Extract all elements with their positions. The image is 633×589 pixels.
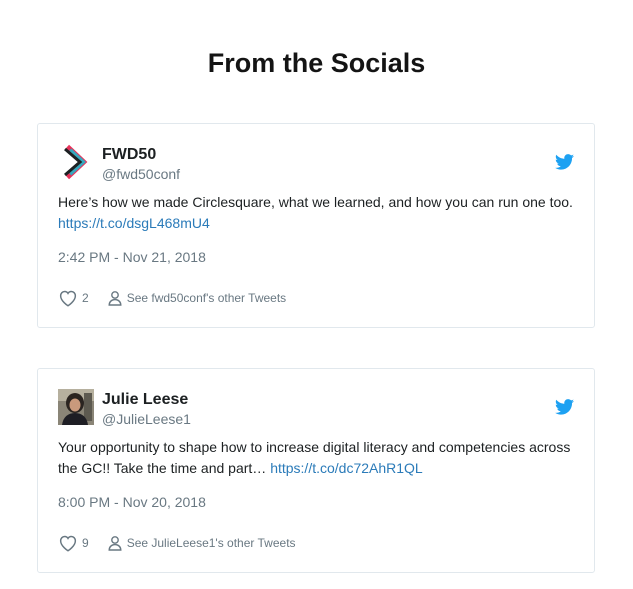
- fwd50-logo-icon[interactable]: [58, 144, 94, 180]
- heart-icon[interactable]: [58, 289, 78, 307]
- author-handle[interactable]: @fwd50conf: [102, 166, 180, 182]
- person-icon: [107, 290, 123, 306]
- tweet-card[interactable]: FWD50 @fwd50conf Here’s how we made Circ…: [37, 123, 595, 328]
- author-handle[interactable]: @JulieLeese1: [102, 411, 191, 427]
- tweet-timestamp[interactable]: 2:42 PM - Nov 21, 2018: [58, 249, 206, 265]
- page-title: From the Socials: [207, 48, 426, 78]
- person-icon: [107, 535, 123, 551]
- twitter-bird-icon[interactable]: [555, 154, 574, 170]
- tweet-actions: 9 See JulieLeese1's other Tweets: [58, 533, 296, 553]
- tweet-card[interactable]: Julie Leese @JulieLeese1 Your opportunit…: [37, 368, 595, 573]
- tweet-text: Here’s how we made Circlesquare, what we…: [58, 192, 578, 234]
- tweet-text: Your opportunity to shape how to increas…: [58, 437, 578, 479]
- tweet-link[interactable]: https://t.co/dc72AhR1QL: [270, 460, 423, 476]
- author-name[interactable]: FWD50: [102, 146, 156, 164]
- tweet-actions: 2 See fwd50conf's other Tweets: [58, 288, 286, 308]
- tweet-body: Here’s how we made Circlesquare, what we…: [58, 194, 573, 210]
- like-count: 2: [82, 291, 89, 305]
- twitter-bird-icon[interactable]: [555, 399, 574, 415]
- author-name[interactable]: Julie Leese: [102, 391, 188, 409]
- tweet-link[interactable]: https://t.co/dsgL468mU4: [58, 215, 210, 231]
- profile-link[interactable]: See fwd50conf's other Tweets: [127, 291, 287, 305]
- tweet-timestamp[interactable]: 8:00 PM - Nov 20, 2018: [58, 494, 206, 510]
- profile-photo[interactable]: [58, 389, 94, 425]
- like-count: 9: [82, 536, 89, 550]
- profile-link[interactable]: See JulieLeese1's other Tweets: [127, 536, 296, 550]
- heart-icon[interactable]: [58, 534, 78, 552]
